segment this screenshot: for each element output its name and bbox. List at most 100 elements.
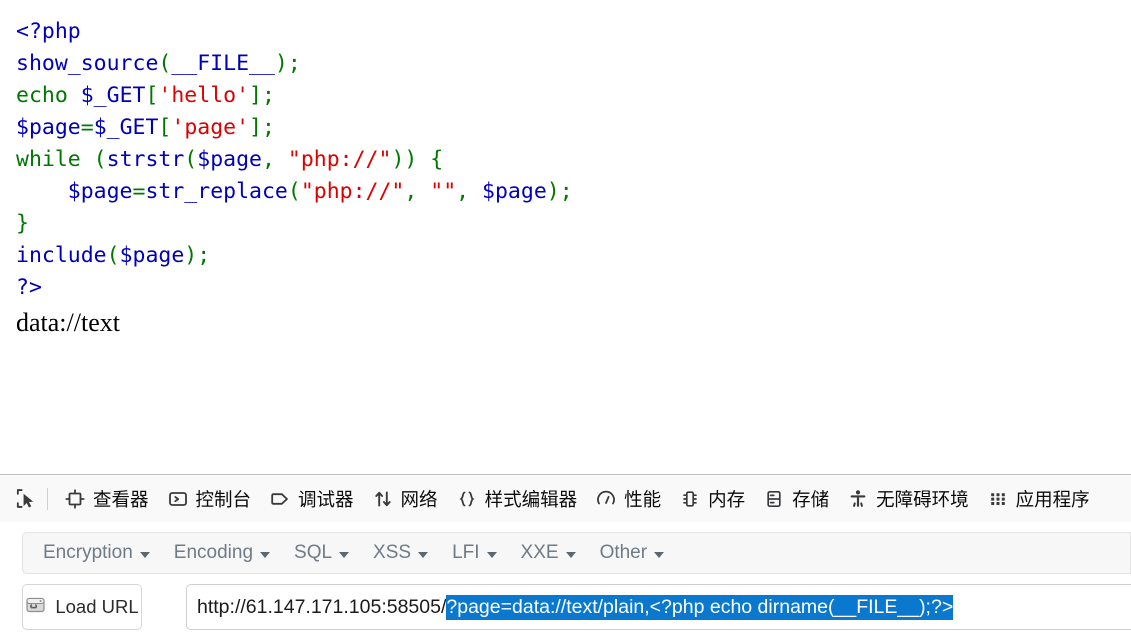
menu-xxe[interactable]: XXE bbox=[509, 533, 588, 573]
menu-other[interactable]: Other bbox=[588, 533, 677, 573]
code-token: , bbox=[404, 179, 431, 204]
tab-label: 无障碍环境 bbox=[876, 489, 969, 511]
load-url-icon bbox=[25, 595, 47, 620]
code-token: ) bbox=[184, 243, 198, 268]
code-token: ( bbox=[158, 51, 172, 76]
application-icon bbox=[987, 488, 1009, 510]
chevron-down-icon bbox=[339, 551, 350, 558]
tab-storage[interactable]: 存储 bbox=[754, 476, 838, 522]
style-editor-icon bbox=[456, 488, 478, 510]
tab-label: 存储 bbox=[792, 489, 830, 511]
code-token: ( bbox=[287, 179, 301, 204]
code-token: ; bbox=[559, 179, 573, 204]
tab-console[interactable]: 控制台 bbox=[158, 476, 261, 522]
menu-label: Encoding bbox=[173, 542, 254, 563]
menu-encoding[interactable]: Encoding bbox=[162, 533, 282, 573]
tab-performance[interactable]: 性能 bbox=[586, 476, 670, 522]
menu-lfi[interactable]: LFI bbox=[440, 533, 508, 573]
menu-encryption[interactable]: Encryption bbox=[31, 533, 162, 573]
code-token: "php://" bbox=[287, 147, 392, 172]
code-token: echo bbox=[16, 83, 81, 108]
code-token: ?> bbox=[16, 275, 42, 300]
tab-memory[interactable]: 内存 bbox=[670, 476, 754, 522]
code-token: ; bbox=[287, 51, 301, 76]
url-input[interactable]: http://61.147.171.105:58505/?page=data:/… bbox=[186, 584, 1131, 630]
element-picker-icon[interactable] bbox=[8, 482, 42, 516]
chevron-down-icon bbox=[139, 551, 150, 558]
inspector-icon bbox=[64, 488, 86, 510]
tab-inspector[interactable]: 查看器 bbox=[55, 476, 158, 522]
tab-label: 网络 bbox=[400, 489, 438, 511]
menu-label: XSS bbox=[373, 542, 412, 563]
menu-xss[interactable]: XSS bbox=[361, 533, 440, 573]
code-token: ( bbox=[106, 243, 120, 268]
code-token: strstr bbox=[106, 147, 185, 172]
code-token: 'page' bbox=[171, 115, 250, 140]
console-icon bbox=[167, 488, 189, 510]
tab-label: 性能 bbox=[624, 489, 662, 511]
code-token: { bbox=[417, 147, 444, 172]
code-token: ) bbox=[274, 51, 288, 76]
tab-application[interactable]: 应用程序 bbox=[978, 476, 1099, 522]
tab-label: 应用程序 bbox=[1015, 489, 1090, 511]
tab-style-editor[interactable]: 样式编辑器 bbox=[447, 476, 587, 522]
menu-label: XXE bbox=[520, 542, 559, 563]
code-token: __FILE__ bbox=[171, 51, 275, 76]
chevron-down-icon bbox=[418, 551, 429, 558]
code-token: = bbox=[132, 179, 146, 204]
code-token: ] bbox=[249, 83, 262, 108]
code-token: , bbox=[261, 147, 288, 172]
code-token: ; bbox=[262, 115, 275, 140]
code-token: $page bbox=[482, 179, 547, 204]
devtools-toolbar: 查看器 控制台 调试器 网络 样式编辑器 性能 内存 存储 无障碍环境 应用程序 bbox=[0, 475, 1131, 523]
tab-label: 查看器 bbox=[93, 489, 149, 511]
code-token: "php://" bbox=[300, 179, 405, 204]
hackbar-panel: Encryption Encoding SQL XSS LFI XXE Othe… bbox=[0, 522, 1131, 638]
load-url-button[interactable]: Load URL bbox=[22, 584, 142, 630]
code-token: [ bbox=[158, 115, 172, 140]
code-token: $page bbox=[67, 179, 133, 204]
menu-label: Other bbox=[599, 542, 648, 563]
code-token: ] bbox=[249, 115, 262, 140]
code-token: ; bbox=[197, 243, 211, 268]
code-token: ; bbox=[261, 83, 275, 108]
menu-label: Encryption bbox=[43, 542, 133, 563]
code-token: ( bbox=[93, 147, 107, 172]
tab-label: 控制台 bbox=[195, 489, 252, 511]
code-token: 'hello' bbox=[158, 83, 250, 108]
chevron-down-icon bbox=[654, 551, 665, 558]
code-token: [ bbox=[145, 83, 159, 108]
code-token: $page bbox=[16, 115, 81, 140]
php-source-listing: <?php show_source(__FILE__); echo $_GET[… bbox=[0, 0, 1131, 304]
hackbar-menubar: Encryption Encoding SQL XSS LFI XXE Othe… bbox=[22, 532, 1131, 574]
chevron-down-icon bbox=[486, 551, 497, 558]
load-url-label: Load URL bbox=[55, 596, 139, 617]
memory-icon bbox=[679, 488, 701, 510]
code-token: include bbox=[16, 243, 107, 268]
storage-icon bbox=[763, 488, 785, 510]
tab-network[interactable]: 网络 bbox=[363, 476, 447, 522]
code-token: ( bbox=[184, 147, 198, 172]
url-base-text: http://61.147.171.105:58505/ bbox=[197, 595, 447, 618]
menu-sql[interactable]: SQL bbox=[282, 533, 361, 573]
browser-content-viewport: <?php show_source(__FILE__); echo $_GET[… bbox=[0, 0, 1131, 474]
tab-debugger[interactable]: 调试器 bbox=[260, 476, 363, 522]
chevron-down-icon bbox=[260, 551, 271, 558]
url-selected-text: ?page=data://text/plain,<?php echo dirna… bbox=[446, 594, 954, 620]
code-token: , bbox=[456, 179, 483, 204]
network-icon bbox=[372, 488, 394, 510]
code-token: <?php bbox=[16, 19, 81, 44]
toolbar-divider bbox=[47, 487, 48, 510]
code-token: while bbox=[16, 147, 94, 172]
menu-label: LFI bbox=[452, 542, 480, 563]
code-token: str_replace bbox=[145, 179, 288, 204]
menu-label: SQL bbox=[294, 542, 333, 563]
code-token: $_GET bbox=[93, 115, 159, 140]
tab-label: 内存 bbox=[708, 489, 746, 511]
hackbar-url-row: Load URL http://61.147.171.105:58505/?pa… bbox=[0, 584, 1131, 638]
tab-accessibility[interactable]: 无障碍环境 bbox=[838, 476, 978, 522]
code-token: "" bbox=[430, 179, 457, 204]
tab-label: 样式编辑器 bbox=[484, 489, 578, 511]
debugger-icon bbox=[269, 488, 291, 510]
